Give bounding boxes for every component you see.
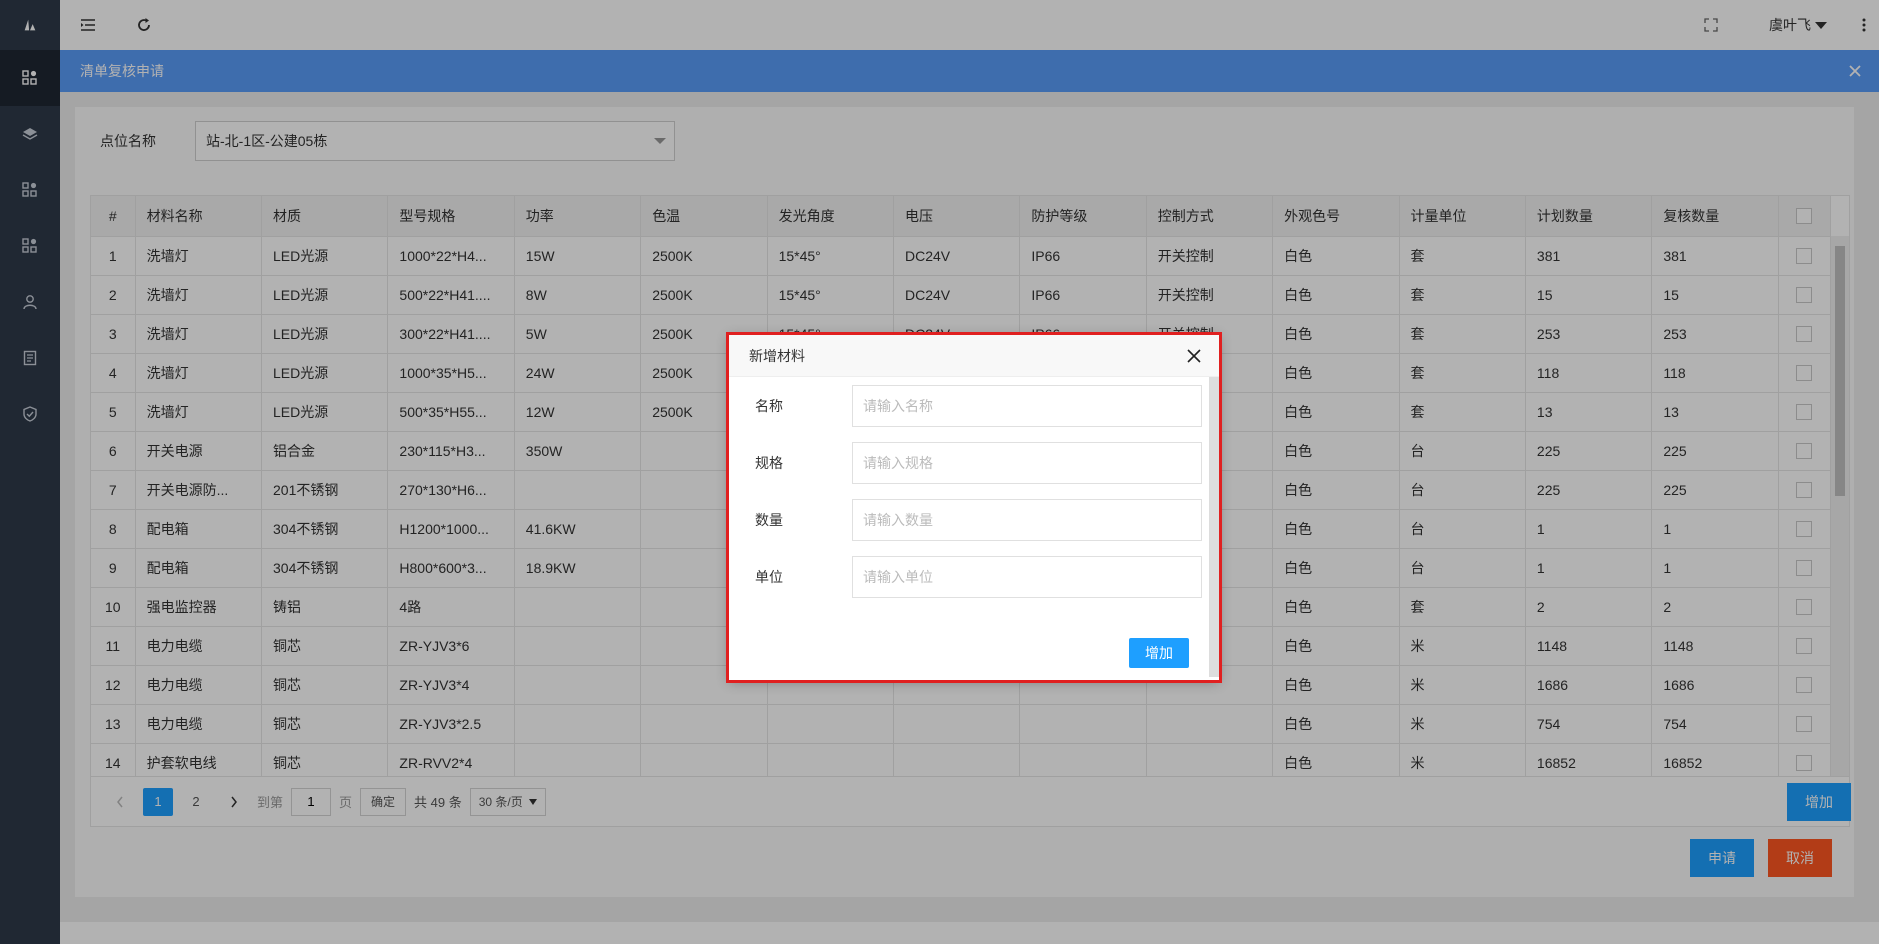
quantity-input[interactable] [852, 498, 1202, 541]
add-material-dialog: 新增材料 名称 规格 数量 单位 增加 [726, 332, 1222, 683]
dialog-header: 新增材料 [729, 335, 1219, 377]
dialog-scrollbar[interactable] [1209, 377, 1219, 677]
name-field-row: 名称 [729, 377, 1219, 434]
spec-label: 规格 [755, 454, 783, 471]
unit-field-row: 单位 [729, 548, 1219, 605]
quantity-field-row: 数量 [729, 491, 1219, 548]
spec-field-row: 规格 [729, 434, 1219, 491]
name-label: 名称 [755, 397, 783, 414]
unit-input[interactable] [852, 555, 1202, 598]
close-icon[interactable] [1185, 347, 1203, 365]
name-input[interactable] [852, 384, 1202, 427]
quantity-label: 数量 [755, 511, 783, 528]
dialog-add-button[interactable]: 增加 [1129, 638, 1189, 668]
spec-input[interactable] [852, 441, 1202, 484]
dialog-footer: 增加 [1129, 638, 1189, 668]
unit-label: 单位 [755, 568, 783, 585]
dialog-title: 新增材料 [749, 347, 805, 364]
